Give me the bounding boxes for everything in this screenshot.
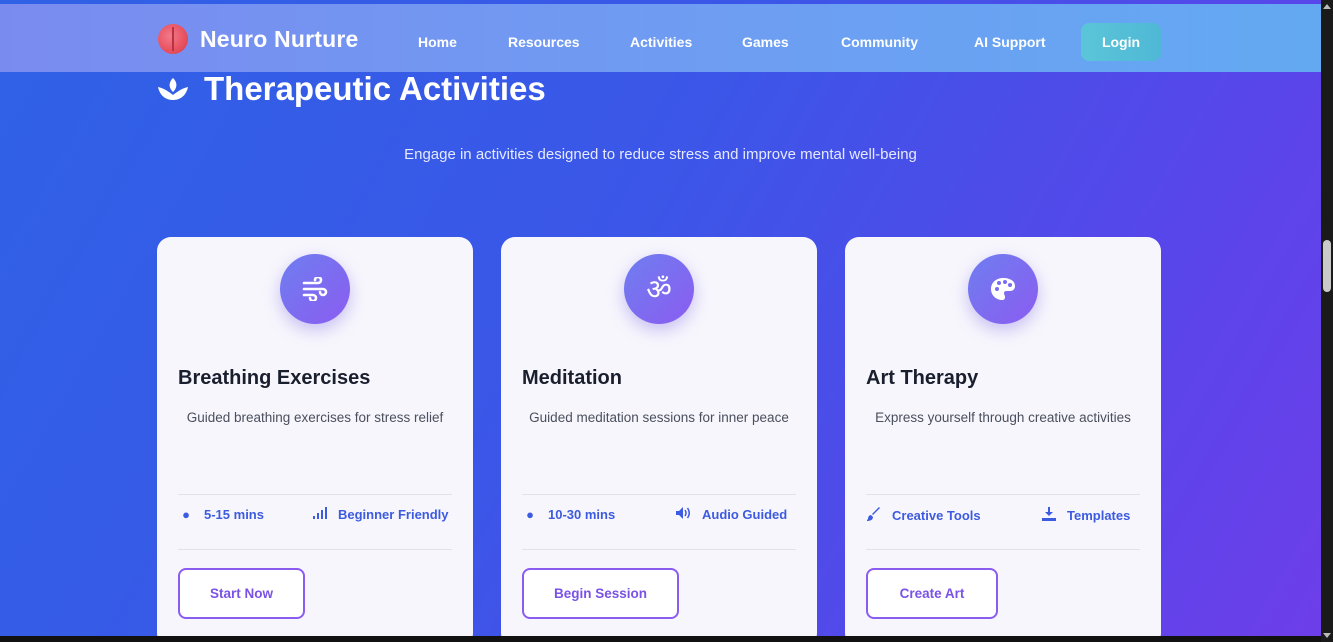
clock-icon: ●	[526, 507, 534, 522]
nav-item-home[interactable]: Home	[418, 34, 457, 50]
card-meta-level: Beginner Friendly	[312, 507, 449, 522]
card-meta-duration: ● 5-15 mins	[178, 507, 264, 522]
card-title: Meditation	[522, 367, 622, 389]
section-heading: Therapeutic Activities	[156, 70, 546, 108]
card-meta-tools: Creative Tools	[866, 507, 981, 524]
volume-icon	[676, 507, 692, 522]
activity-card-meditation: ॐ Meditation Guided meditation sessions …	[501, 237, 817, 642]
login-button[interactable]: Login	[1081, 23, 1161, 61]
scrollbar-thumb[interactable]	[1323, 240, 1331, 292]
brand-name: Neuro Nurture	[200, 25, 359, 52]
section-subtitle: Engage in activities designed to reduce …	[404, 146, 917, 163]
card-description: Express yourself through creative activi…	[875, 410, 1131, 425]
brain-icon	[158, 24, 188, 54]
card-description: Guided breathing exercises for stress re…	[186, 410, 444, 425]
card-meta-templates: Templates	[1041, 507, 1130, 524]
card-title: Breathing Exercises	[178, 367, 371, 389]
card-meta-audio: Audio Guided	[676, 507, 787, 522]
meta-label: 5-15 mins	[204, 507, 264, 522]
scroll-up-arrow-icon[interactable]	[1323, 4, 1331, 9]
nav-item-community[interactable]: Community	[841, 34, 918, 50]
meta-label: Templates	[1067, 508, 1131, 523]
clock-icon: ●	[182, 507, 190, 522]
activity-card-art-therapy: Art Therapy Express yourself through cre…	[845, 237, 1161, 642]
nav-item-resources[interactable]: Resources	[508, 34, 580, 50]
meta-label: Beginner Friendly	[338, 507, 449, 522]
divider	[866, 494, 1140, 495]
divider	[178, 549, 452, 550]
section-title: Therapeutic Activities	[204, 70, 546, 107]
scroll-down-arrow-icon[interactable]	[1323, 633, 1331, 638]
navbar: Neuro Nurture Home Resources Activities …	[0, 4, 1321, 72]
page-viewport: Neuro Nurture Home Resources Activities …	[0, 0, 1321, 642]
begin-session-button[interactable]: Begin Session	[522, 568, 679, 619]
nav-item-activities[interactable]: Activities	[630, 34, 692, 50]
signal-icon	[312, 507, 328, 522]
lotus-icon	[158, 78, 188, 100]
divider	[866, 549, 1140, 550]
divider	[522, 549, 796, 550]
activity-card-breathing: Breathing Exercises Guided breathing exe…	[157, 237, 473, 642]
create-art-button[interactable]: Create Art	[866, 568, 998, 619]
brush-icon	[866, 507, 882, 524]
meta-label: Creative Tools	[892, 508, 981, 523]
card-title: Art Therapy	[866, 367, 979, 389]
card-description: Guided meditation sessions for inner pea…	[529, 410, 789, 425]
nav-item-ai-support[interactable]: AI Support	[974, 34, 1046, 50]
wind-icon	[280, 254, 350, 324]
card-meta-duration: ● 10-30 mins	[522, 507, 615, 522]
download-icon	[1041, 507, 1057, 524]
divider	[522, 494, 796, 495]
meta-label: Audio Guided	[702, 507, 788, 522]
vertical-scrollbar[interactable]	[1321, 0, 1333, 642]
meta-label: 10-30 mins	[548, 507, 616, 522]
palette-icon	[968, 254, 1038, 324]
brand-logo[interactable]: Neuro Nurture	[158, 24, 359, 54]
start-now-button[interactable]: Start Now	[178, 568, 305, 619]
nav-item-games[interactable]: Games	[742, 34, 789, 50]
divider	[178, 494, 452, 495]
om-icon: ॐ	[624, 254, 694, 324]
